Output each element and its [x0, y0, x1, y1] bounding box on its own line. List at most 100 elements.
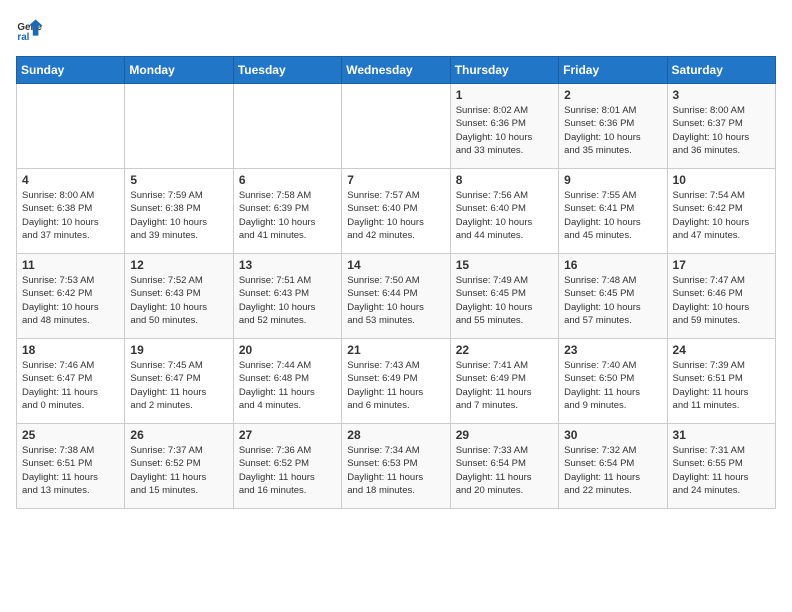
weekday-header-wednesday: Wednesday — [342, 57, 450, 84]
day-number: 13 — [239, 258, 336, 272]
day-number: 20 — [239, 343, 336, 357]
day-number: 11 — [22, 258, 119, 272]
day-cell: 30Sunrise: 7:32 AMSunset: 6:54 PMDayligh… — [559, 424, 667, 509]
day-number: 30 — [564, 428, 661, 442]
day-info: Sunrise: 7:36 AMSunset: 6:52 PMDaylight:… — [239, 444, 336, 497]
day-number: 15 — [456, 258, 553, 272]
day-number: 23 — [564, 343, 661, 357]
day-info: Sunrise: 7:57 AMSunset: 6:40 PMDaylight:… — [347, 189, 444, 242]
day-info: Sunrise: 7:53 AMSunset: 6:42 PMDaylight:… — [22, 274, 119, 327]
day-cell: 10 Sunrise: 7:54 AMSunset: 6:42 PMDayligh… — [667, 169, 775, 254]
week-row-2: 4Sunrise: 8:00 AMSunset: 6:38 PMDaylight… — [17, 169, 776, 254]
day-cell: 31 Sunrise: 7:31 AMSunset: 6:55 PMDayligh… — [667, 424, 775, 509]
day-number: 7 — [347, 173, 444, 187]
day-cell: 3 Sunrise: 8:00 AMSunset: 6:37 PMDaylight… — [667, 84, 775, 169]
day-cell: 22Sunrise: 7:41 AMSunset: 6:49 PMDayligh… — [450, 339, 558, 424]
day-cell: 11 Sunrise: 7:53 AMSunset: 6:42 PMDayligh… — [17, 254, 125, 339]
day-info: Sunrise: 7:50 AMSunset: 6:44 PMDaylight:… — [347, 274, 444, 327]
day-cell: 16 Sunrise: 7:48 AMSunset: 6:45 PMDayligh… — [559, 254, 667, 339]
week-row-5: 25 Sunrise: 7:38 AMSunset: 6:51 PMDayligh… — [17, 424, 776, 509]
day-number: 24 — [673, 343, 770, 357]
week-row-1: 1Sunrise: 8:02 AMSunset: 6:36 PMDaylight… — [17, 84, 776, 169]
day-cell: 1Sunrise: 8:02 AMSunset: 6:36 PMDaylight… — [450, 84, 558, 169]
day-number: 29 — [456, 428, 553, 442]
day-cell: 18 Sunrise: 7:46 AMSunset: 6:47 PMDayligh… — [17, 339, 125, 424]
day-number: 10 — [673, 173, 770, 187]
day-cell: 28Sunrise: 7:34 AMSunset: 6:53 PMDayligh… — [342, 424, 450, 509]
day-cell: 27 Sunrise: 7:36 AMSunset: 6:52 PMDayligh… — [233, 424, 341, 509]
day-info: Sunrise: 7:58 AMSunset: 6:39 PMDaylight:… — [239, 189, 336, 242]
day-info: Sunrise: 7:48 AMSunset: 6:45 PMDaylight:… — [564, 274, 661, 327]
day-cell: 29 Sunrise: 7:33 AMSunset: 6:54 PMDayligh… — [450, 424, 558, 509]
weekday-header-thursday: Thursday — [450, 57, 558, 84]
day-info: Sunrise: 8:00 AMSunset: 6:38 PMDaylight:… — [22, 189, 119, 242]
day-info: Sunrise: 7:54 AMSunset: 6:42 PMDaylight:… — [673, 189, 770, 242]
week-row-3: 11 Sunrise: 7:53 AMSunset: 6:42 PMDayligh… — [17, 254, 776, 339]
day-info: Sunrise: 7:38 AMSunset: 6:51 PMDaylight:… — [22, 444, 119, 497]
day-number: 27 — [239, 428, 336, 442]
day-info: Sunrise: 7:34 AMSunset: 6:53 PMDaylight:… — [347, 444, 444, 497]
day-number: 6 — [239, 173, 336, 187]
day-number: 17 — [673, 258, 770, 272]
day-cell — [125, 84, 233, 169]
day-info: Sunrise: 7:33 AMSunset: 6:54 PMDaylight:… — [456, 444, 553, 497]
weekday-header-monday: Monday — [125, 57, 233, 84]
day-cell: 24 Sunrise: 7:39 AMSunset: 6:51 PMDayligh… — [667, 339, 775, 424]
page-header: Gene ral — [16, 16, 776, 44]
day-info: Sunrise: 7:51 AMSunset: 6:43 PMDaylight:… — [239, 274, 336, 327]
day-number: 18 — [22, 343, 119, 357]
day-number: 31 — [673, 428, 770, 442]
day-cell — [342, 84, 450, 169]
day-cell: 21Sunrise: 7:43 AMSunset: 6:49 PMDayligh… — [342, 339, 450, 424]
day-cell: 25 Sunrise: 7:38 AMSunset: 6:51 PMDayligh… — [17, 424, 125, 509]
weekday-header-saturday: Saturday — [667, 57, 775, 84]
day-info: Sunrise: 8:02 AMSunset: 6:36 PMDaylight:… — [456, 104, 553, 157]
day-info: Sunrise: 7:47 AMSunset: 6:46 PMDaylight:… — [673, 274, 770, 327]
day-cell: 15Sunrise: 7:49 AMSunset: 6:45 PMDayligh… — [450, 254, 558, 339]
day-info: Sunrise: 7:44 AMSunset: 6:48 PMDaylight:… — [239, 359, 336, 412]
day-number: 9 — [564, 173, 661, 187]
day-cell: 12Sunrise: 7:52 AMSunset: 6:43 PMDayligh… — [125, 254, 233, 339]
day-number: 19 — [130, 343, 227, 357]
day-cell: 6 Sunrise: 7:58 AMSunset: 6:39 PMDaylight… — [233, 169, 341, 254]
calendar-table: SundayMondayTuesdayWednesdayThursdayFrid… — [16, 56, 776, 509]
svg-text:ral: ral — [17, 32, 29, 43]
weekday-header-sunday: Sunday — [17, 57, 125, 84]
day-number: 12 — [130, 258, 227, 272]
day-number: 2 — [564, 88, 661, 102]
day-number: 26 — [130, 428, 227, 442]
day-info: Sunrise: 7:45 AMSunset: 6:47 PMDaylight:… — [130, 359, 227, 412]
day-number: 21 — [347, 343, 444, 357]
logo-icon: Gene ral — [16, 16, 44, 44]
day-cell: 13 Sunrise: 7:51 AMSunset: 6:43 PMDayligh… — [233, 254, 341, 339]
day-info: Sunrise: 7:59 AMSunset: 6:38 PMDaylight:… — [130, 189, 227, 242]
day-number: 5 — [130, 173, 227, 187]
day-info: Sunrise: 7:31 AMSunset: 6:55 PMDaylight:… — [673, 444, 770, 497]
day-cell: 20 Sunrise: 7:44 AMSunset: 6:48 PMDayligh… — [233, 339, 341, 424]
day-cell: 8Sunrise: 7:56 AMSunset: 6:40 PMDaylight… — [450, 169, 558, 254]
day-cell: 4Sunrise: 8:00 AMSunset: 6:38 PMDaylight… — [17, 169, 125, 254]
day-number: 14 — [347, 258, 444, 272]
logo: Gene ral — [16, 16, 48, 44]
day-info: Sunrise: 7:46 AMSunset: 6:47 PMDaylight:… — [22, 359, 119, 412]
day-info: Sunrise: 8:00 AMSunset: 6:37 PMDaylight:… — [673, 104, 770, 157]
day-info: Sunrise: 7:39 AMSunset: 6:51 PMDaylight:… — [673, 359, 770, 412]
day-number: 22 — [456, 343, 553, 357]
day-number: 25 — [22, 428, 119, 442]
day-cell: 14 Sunrise: 7:50 AMSunset: 6:44 PMDayligh… — [342, 254, 450, 339]
day-number: 3 — [673, 88, 770, 102]
day-info: Sunrise: 7:56 AMSunset: 6:40 PMDaylight:… — [456, 189, 553, 242]
week-row-4: 18 Sunrise: 7:46 AMSunset: 6:47 PMDayligh… — [17, 339, 776, 424]
day-cell: 17 Sunrise: 7:47 AMSunset: 6:46 PMDayligh… — [667, 254, 775, 339]
day-cell: 5 Sunrise: 7:59 AMSunset: 6:38 PMDaylight… — [125, 169, 233, 254]
day-cell: 2Sunrise: 8:01 AMSunset: 6:36 PMDaylight… — [559, 84, 667, 169]
day-cell: 23Sunrise: 7:40 AMSunset: 6:50 PMDayligh… — [559, 339, 667, 424]
weekday-header-friday: Friday — [559, 57, 667, 84]
day-cell: 9Sunrise: 7:55 AMSunset: 6:41 PMDaylight… — [559, 169, 667, 254]
day-cell: 19 Sunrise: 7:45 AMSunset: 6:47 PMDayligh… — [125, 339, 233, 424]
day-info: Sunrise: 7:37 AMSunset: 6:52 PMDaylight:… — [130, 444, 227, 497]
day-cell: 7 Sunrise: 7:57 AMSunset: 6:40 PMDaylight… — [342, 169, 450, 254]
weekday-header-row: SundayMondayTuesdayWednesdayThursdayFrid… — [17, 57, 776, 84]
day-cell: 26 Sunrise: 7:37 AMSunset: 6:52 PMDayligh… — [125, 424, 233, 509]
day-number: 16 — [564, 258, 661, 272]
